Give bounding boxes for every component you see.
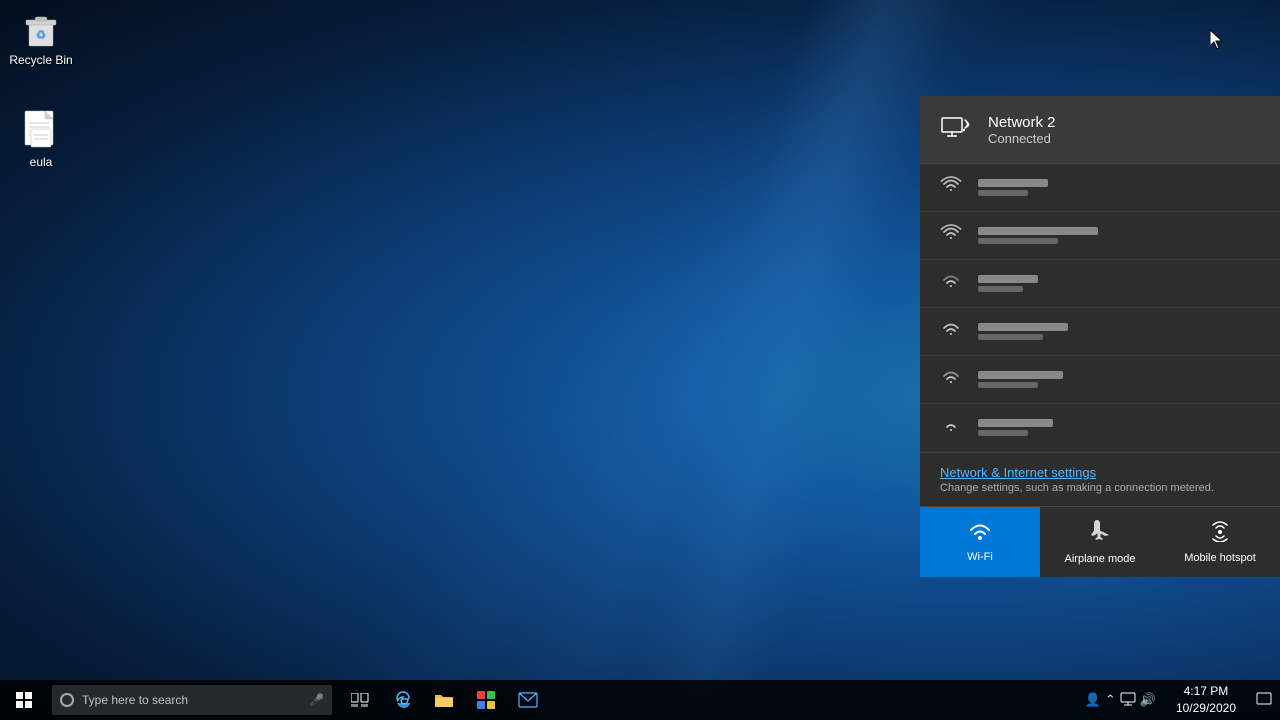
wifi-item-3[interactable]: [920, 260, 1280, 308]
clock-date: 10/29/2020: [1176, 700, 1236, 717]
clock[interactable]: 4:17 PM 10/29/2020: [1164, 680, 1248, 720]
search-icon: [60, 693, 74, 707]
wifi-name-3: [978, 275, 1038, 292]
wifi-signal-icon-3: [940, 272, 964, 295]
connected-network-status: Connected: [988, 131, 1056, 146]
wifi-quick-action[interactable]: Wi-Fi: [920, 507, 1040, 577]
wifi-name-4: [978, 323, 1068, 340]
quick-actions: Wi-Fi Airplane mode: [920, 506, 1280, 577]
volume-icon: 🔊: [1140, 692, 1156, 708]
start-button[interactable]: [0, 680, 48, 720]
store-button[interactable]: [466, 680, 506, 720]
wifi-signal-icon-4: [940, 320, 964, 343]
hotspot-quick-action[interactable]: Mobile hotspot: [1160, 507, 1280, 577]
wifi-item-1[interactable]: [920, 164, 1280, 212]
wifi-list: [920, 164, 1280, 452]
edge-button[interactable]: [382, 680, 422, 720]
connected-network-header: Network 2 Connected: [920, 96, 1280, 164]
wifi-name-2: [978, 227, 1098, 244]
airplane-qa-icon: [1088, 519, 1112, 549]
network-settings-section: Network & Internet settings Change setti…: [920, 452, 1280, 506]
search-bar[interactable]: Type here to search 🎤: [52, 685, 332, 715]
task-view-button[interactable]: [340, 680, 380, 720]
recycle-bin-icon[interactable]: ♻ Recycle Bin: [1, 5, 81, 71]
store-icon: [476, 690, 496, 710]
folder-icon: [434, 691, 454, 709]
mouse-cursor: [1210, 30, 1222, 50]
eula-svg: [21, 109, 61, 151]
system-icons[interactable]: 👤 ⌃ 🔊: [1077, 680, 1164, 720]
wifi-name-5: [978, 371, 1063, 388]
network-tray-icon: [1120, 692, 1136, 709]
hotspot-qa-label: Mobile hotspot: [1184, 552, 1256, 564]
wifi-signal-icon-1: [940, 176, 964, 199]
wifi-signal-icon-5: [940, 368, 964, 391]
edge-icon: [392, 690, 412, 710]
taskbar-icons: [340, 680, 548, 720]
notification-icon: [1256, 692, 1272, 708]
svg-text:♻: ♻: [36, 28, 47, 42]
start-icon: [16, 692, 32, 708]
connected-network-info: Network 2 Connected: [988, 114, 1056, 146]
connected-network-name: Network 2: [988, 114, 1056, 131]
taskbar: Type here to search 🎤: [0, 680, 1280, 720]
wifi-name-1: [978, 179, 1048, 196]
wifi-qa-label: Wi-Fi: [967, 551, 993, 563]
network-connected-icon: [940, 112, 972, 147]
hotspot-qa-icon: [1208, 520, 1232, 548]
search-placeholder: Type here to search: [82, 693, 188, 707]
network-settings-link[interactable]: Network & Internet settings: [940, 465, 1260, 480]
taskbar-right: 👤 ⌃ 🔊 4:17 PM 10/29/2020: [1077, 680, 1280, 720]
clock-time: 4:17 PM: [1184, 683, 1229, 700]
recycle-bin-svg: ♻: [21, 9, 61, 49]
wifi-item-6[interactable]: [920, 404, 1280, 452]
airplane-qa-label: Airplane mode: [1065, 553, 1136, 565]
chevron-up-icon: ⌃: [1105, 692, 1116, 708]
wifi-name-6: [978, 419, 1053, 436]
eula-icon[interactable]: eula: [1, 105, 81, 173]
file-explorer-button[interactable]: [424, 680, 464, 720]
wifi-signal-icon-2: [940, 224, 964, 247]
desktop: ♻ Recycle Bin eula: [0, 0, 1280, 720]
mic-icon[interactable]: 🎤: [309, 693, 324, 707]
mail-icon: [518, 692, 538, 708]
mail-button[interactable]: [508, 680, 548, 720]
notification-button[interactable]: [1248, 680, 1280, 720]
wifi-signal-icon-6: [940, 416, 964, 439]
wifi-item-2[interactable]: [920, 212, 1280, 260]
airplane-quick-action[interactable]: Airplane mode: [1040, 507, 1160, 577]
network-panel: Network 2 Connected: [920, 96, 1280, 577]
wifi-item-4[interactable]: [920, 308, 1280, 356]
eula-label: eula: [30, 155, 53, 169]
wifi-item-5[interactable]: [920, 356, 1280, 404]
recycle-bin-label: Recycle Bin: [9, 53, 72, 67]
network-settings-subtitle: Change settings, such as making a connec…: [940, 482, 1260, 494]
people-icon: 👤: [1085, 692, 1101, 708]
task-view-icon: [351, 693, 369, 707]
wifi-qa-icon: [968, 521, 992, 547]
